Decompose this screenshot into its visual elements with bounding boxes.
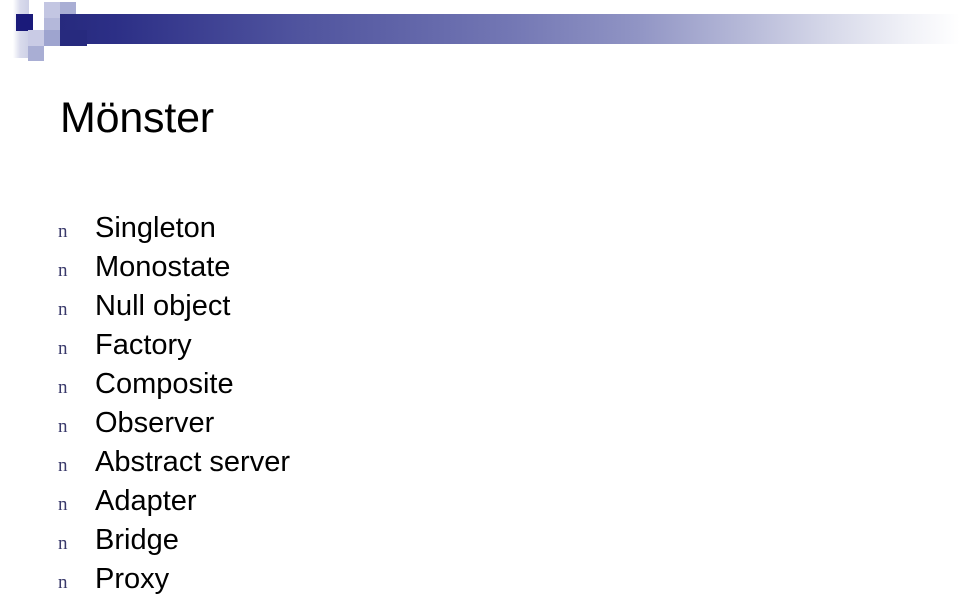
square-bullet-icon: n [58, 572, 68, 593]
slide: Mönster n Singleton n Monostate n Null o… [0, 0, 960, 603]
list-item-label: Monostate [95, 251, 231, 283]
list-item: n Monostate [58, 253, 918, 292]
square-bullet-icon: n [58, 260, 68, 281]
list-item: n Factory [58, 331, 918, 370]
square-bullet-icon: n [58, 299, 68, 320]
list-item-label: Null object [95, 290, 231, 322]
list-item: n Composite [58, 370, 918, 409]
decoration-bar-dark-block [60, 30, 87, 46]
list-item-label: Composite [95, 368, 234, 400]
list-item: n Singleton [58, 214, 918, 253]
list-item: n Bridge [58, 526, 918, 565]
square-bullet-icon: n [58, 221, 68, 242]
square-bullet-icon: n [58, 455, 68, 476]
decoration-square-e [28, 46, 44, 61]
list-item: n Null object [58, 292, 918, 331]
pattern-list: n Singleton n Monostate n Null object n … [58, 214, 918, 604]
decoration-square-d [44, 30, 60, 46]
list-item-label: Factory [95, 329, 192, 361]
list-item-label: Adapter [95, 485, 197, 517]
decoration-square-navy [16, 14, 33, 31]
list-item-label: Abstract server [95, 446, 290, 478]
list-item: n Proxy [58, 565, 918, 604]
square-bullet-icon: n [58, 377, 68, 398]
square-bullet-icon: n [58, 338, 68, 359]
list-item-label: Observer [95, 407, 215, 439]
decoration-square-a [44, 2, 60, 18]
decoration-square-top [60, 2, 76, 14]
list-item: n Adapter [58, 487, 918, 526]
square-bullet-icon: n [58, 416, 68, 437]
page-title: Mönster [60, 94, 214, 142]
list-item-label: Bridge [95, 524, 179, 556]
square-bullet-icon: n [58, 494, 68, 515]
header-decoration [0, 0, 960, 70]
list-item: n Observer [58, 409, 918, 448]
list-item-label: Proxy [95, 563, 170, 595]
decoration-square-c [28, 30, 44, 46]
list-item: n Abstract server [58, 448, 918, 487]
header-gradient-bar [60, 14, 960, 44]
list-item-label: Singleton [95, 212, 216, 244]
square-bullet-icon: n [58, 533, 68, 554]
